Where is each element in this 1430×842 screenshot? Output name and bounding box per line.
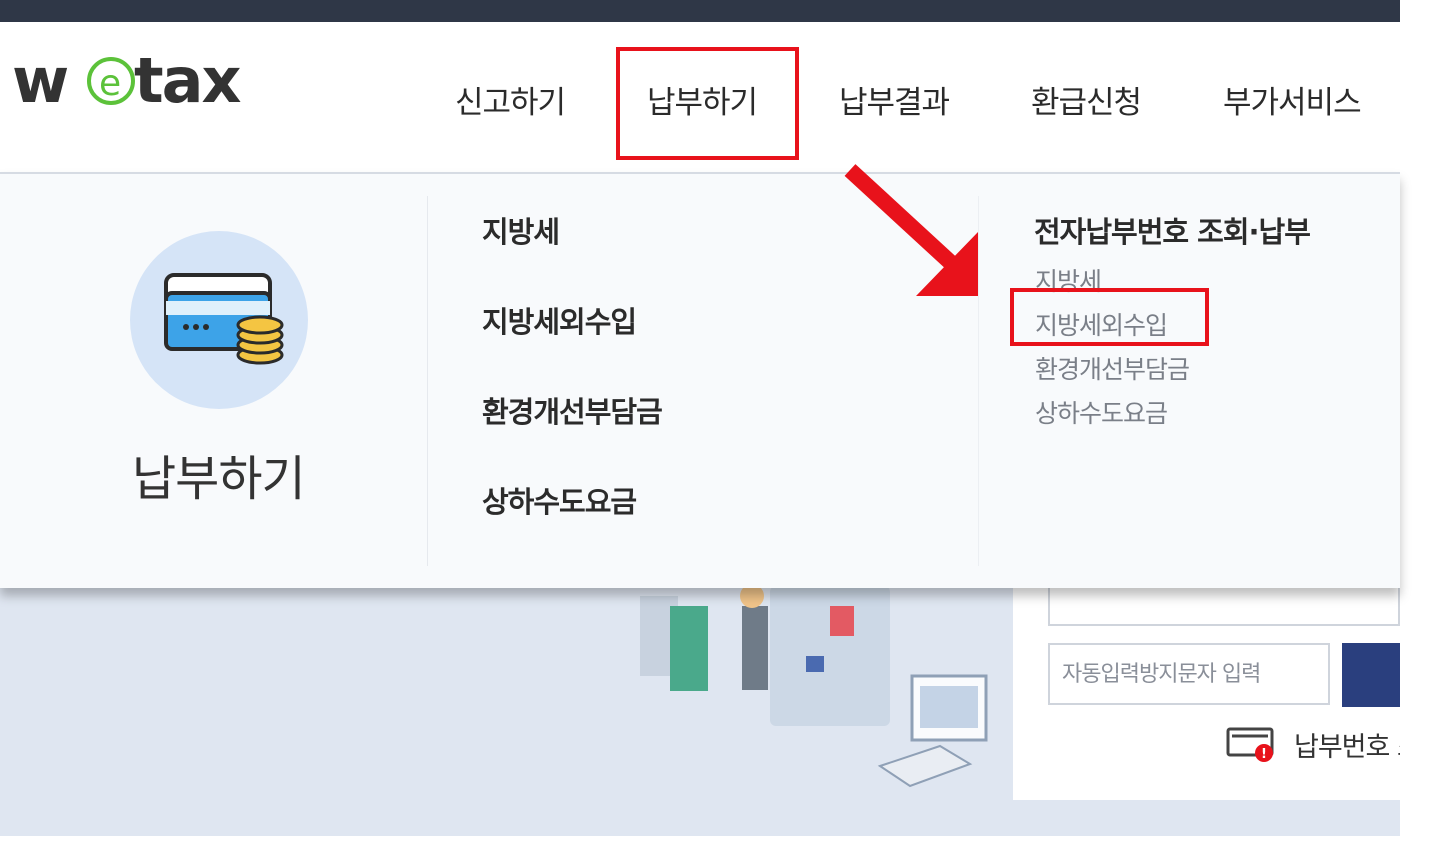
logo-text-e: e [99, 63, 121, 104]
payment-number-link[interactable]: ! 납부번호 조 [1224, 723, 1400, 763]
menu-category-environment-charge[interactable]: 환경개선부담금 [482, 389, 663, 431]
nav-extra-services[interactable]: 부가서비스 [1223, 77, 1362, 122]
nav-refund[interactable]: 환급신청 [1031, 77, 1142, 122]
mega-menu-dropdown: 납부하기 지방세 지방세외수입 환경개선부담금 상하수도요금 전자납부번호 조회… [0, 172, 1400, 588]
menu-divider [427, 196, 428, 566]
alert-badge-mark: ! [1261, 747, 1267, 762]
payment-feature-circle [130, 231, 308, 409]
submenu-item-environment-charge[interactable]: 환경개선부담금 [1035, 350, 1190, 386]
illustration-monitor-screen [920, 686, 978, 728]
logo-text-tax: tax [134, 44, 241, 110]
arrow-shaft [844, 164, 956, 268]
coin [236, 315, 284, 335]
card-dot [183, 324, 189, 330]
card-stripe [166, 301, 270, 315]
captcha-input[interactable] [1048, 643, 1330, 705]
illustration-chip [806, 656, 824, 672]
feature-title: 납부하기 [132, 451, 306, 507]
submenu-highlight [1010, 288, 1209, 346]
logo-text-w: w [12, 44, 68, 110]
confirm-button[interactable] [1342, 643, 1400, 707]
wetax-logo[interactable]: w e tax [12, 44, 252, 110]
illustration-person [742, 606, 768, 690]
top-bar [0, 0, 1400, 22]
illustration-graphic [640, 586, 988, 788]
illustration-green-building [670, 606, 708, 691]
red-arrow-annotation [844, 164, 978, 296]
menu-category-local-tax[interactable]: 지방세 [482, 209, 560, 251]
illustration-person-head [740, 586, 764, 608]
nav-payment-highlight [616, 47, 799, 160]
nav-payment-result[interactable]: 납부결과 [839, 77, 950, 122]
payment-number-label: 납부번호 조 [1294, 732, 1400, 763]
menu-category-water-bill[interactable]: 상하수도요금 [482, 479, 637, 521]
card-coins-icon [164, 273, 284, 365]
previous-input-field[interactable] [1048, 586, 1400, 626]
nav-report[interactable]: 신고하기 [455, 77, 566, 122]
illustration-keyboard [877, 744, 973, 788]
card-reader-icon: ! [1226, 727, 1274, 762]
illustration-doc [830, 606, 854, 636]
submenu-item-water-bill[interactable]: 상하수도요금 [1035, 394, 1168, 430]
card-dot [193, 324, 199, 330]
menu-category-non-tax-revenue[interactable]: 지방세외수입 [482, 299, 637, 341]
card-dot [203, 324, 209, 330]
submenu-heading[interactable]: 전자납부번호 조회·납부 [1034, 209, 1311, 251]
